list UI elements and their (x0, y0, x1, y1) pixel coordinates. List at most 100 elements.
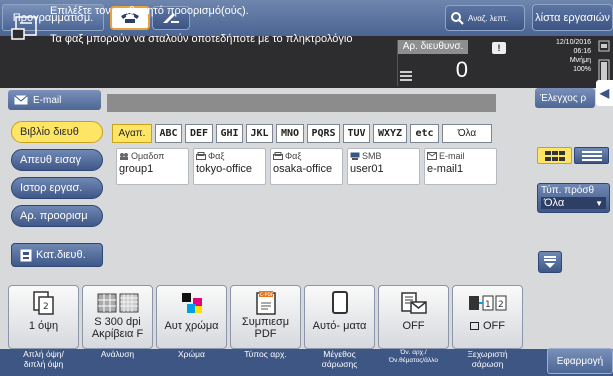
collapse-arrow-icon[interactable]: ◀ (596, 80, 613, 106)
entry-name: osaka-office (273, 163, 333, 175)
entry-type: SMB (362, 151, 382, 161)
destination-type-filter[interactable]: Τύπ. πρόσθ Όλα ▼ (537, 183, 610, 213)
memory-icon (598, 40, 610, 83)
scan-size-label: Μέγεθος σάρωσης (304, 349, 375, 373)
resolution-value-line-1: S 300 dpi (94, 316, 141, 328)
index-pqrs[interactable]: PQRS (307, 124, 340, 143)
index-ghi[interactable]: GHI (216, 124, 243, 143)
color-label: Χρώμα (178, 349, 205, 359)
duplex-label: Απλή όψη/διπλή όψη (8, 349, 79, 373)
separate-scan-icon: 12 (468, 295, 506, 311)
memory-label: Μνήμη (569, 57, 591, 64)
duplex-label-line-1: Απλή όψη/ (23, 349, 64, 359)
address-list: Ομαδοπ group1 Φαξ tokyo-office Φαξ osaka… (116, 148, 497, 185)
index-etc[interactable]: etc (410, 124, 439, 143)
index-all[interactable]: Όλα (442, 124, 492, 143)
entry-type: E-mail (439, 151, 465, 161)
list-view-button[interactable] (574, 147, 609, 164)
separate-scan-label-line-2: σάρωση (471, 359, 504, 369)
scan-settings: 2 1 όψη S 300 dpi Ακρίβεια F Αυτ χρώμα C… (8, 285, 523, 349)
file-name-label-line-1: Όν. αρχ./ (400, 349, 427, 356)
check-job-button[interactable]: Έλεγχος ρ (535, 88, 595, 108)
color-icon (181, 293, 202, 313)
file-name-label-line-2: Όν.θέματος/άλλο (389, 357, 438, 364)
svg-text:2: 2 (43, 302, 49, 312)
entry-type: Ομαδοπ (131, 151, 165, 161)
resolution-label: Ανάλυση (100, 349, 135, 359)
separate-scan-setting-button[interactable]: 12 OFF (452, 285, 523, 349)
list-item[interactable]: Φαξ tokyo-office (193, 148, 266, 185)
job-list-button[interactable]: λίστα εργασιών (532, 4, 613, 31)
file-name-label: Όν. αρχ./Όν.θέματος/άλλο (378, 349, 449, 373)
type-filter-label: Τύπ. πρόσθ (541, 185, 595, 196)
tab-direct-input[interactable]: Απευθ εισαγ (11, 149, 103, 171)
entry-name: e-mail1 (427, 163, 464, 175)
message-line-1: Επιλέξτε τον επιθυμητό προορισμό(ούς). (50, 5, 249, 17)
simplex-icon: 2 (32, 291, 54, 315)
list-item[interactable]: Φαξ osaka-office (270, 148, 343, 185)
index-tuv[interactable]: TUV (343, 124, 370, 143)
resolution-icon (97, 293, 138, 313)
date: 12/10/2016 (555, 39, 591, 46)
warning-icon[interactable]: ! (492, 42, 506, 54)
file-type-value-line-1: Συμπιεσμ (241, 316, 290, 328)
scan-size-label-line-2: σάρωσης (321, 359, 358, 369)
scan-size-setting-button[interactable]: Αυτό- ματα (304, 285, 375, 349)
color-setting-button[interactable]: Αυτ χρώμα (156, 285, 227, 349)
scan-send-icon (11, 16, 37, 40)
view-toggle (537, 147, 609, 164)
register-address-label: Κατ.διευθ. (36, 249, 86, 261)
index-jkl[interactable]: JKL (246, 124, 273, 143)
index-favorites[interactable]: Αγαπ. (112, 124, 152, 143)
book-icon (20, 249, 32, 261)
list-item[interactable]: E-mail e-mail1 (424, 148, 497, 185)
list-item[interactable]: SMB user01 (347, 148, 420, 185)
index-wxyz[interactable]: WXYZ (373, 124, 407, 143)
index-def[interactable]: DEF (185, 124, 213, 143)
search-label: Αναζ. λεπτ. (468, 13, 509, 23)
resolution-setting-button[interactable]: S 300 dpi Ακρίβεια F (82, 285, 153, 349)
page-icon (331, 291, 348, 314)
apply-button[interactable]: Εφαρμογή (547, 348, 613, 374)
separate-scan-value-text: OFF (483, 320, 505, 332)
svg-text:1: 1 (485, 300, 491, 310)
setting-labels: Απλή όψη/διπλή όψη Ανάλυση Χρώμα Τύπος α… (8, 349, 538, 373)
memory-value: 100% (573, 66, 591, 73)
smb-icon (350, 152, 360, 160)
scan-size-label-line-1: Μέγεθος (323, 349, 356, 359)
entry-type: Φαξ (285, 151, 302, 161)
status-area: 12/10/2016 06:16 Μνήμη 100% (525, 38, 591, 74)
index-mno[interactable]: MNO (276, 124, 304, 143)
grid-view-button[interactable] (537, 147, 572, 164)
color-value: Αυτ χρώμα (164, 320, 219, 332)
file-name-setting-button[interactable]: OFF (378, 285, 449, 349)
email-button-label: E-mail (33, 94, 62, 106)
type-filter-value: Όλα (544, 197, 565, 209)
svg-text:C-PDF: C-PDF (260, 292, 274, 298)
entry-name: user01 (350, 163, 384, 175)
checkbox-icon (470, 322, 479, 331)
message-line-2: Τα φαξ μπορούν να σταλούν οποτεδήποτε με… (50, 33, 353, 45)
file-name-icon (400, 292, 427, 314)
address-input[interactable] (107, 94, 496, 112)
type-filter-select[interactable]: Όλα ▼ (541, 197, 606, 209)
destination-count-label: Αρ. διευθυνσ. (398, 40, 468, 54)
email-icon (427, 152, 437, 160)
tab-job-history[interactable]: Ιστορ εργασ. (11, 177, 103, 199)
email-button[interactable]: E-mail (8, 90, 101, 110)
duplex-setting-button[interactable]: 2 1 όψη (8, 285, 79, 349)
list-icon[interactable] (400, 70, 412, 82)
list-item[interactable]: Ομαδοπ group1 (116, 148, 189, 185)
tab-register-address[interactable]: Κατ.διευθ. (11, 243, 103, 267)
detail-search-button[interactable]: Αναζ. λεπτ. (445, 5, 525, 31)
separate-scan-label: Ξεχωριστή σάρωση (452, 349, 523, 373)
time: 06:16 (573, 48, 591, 55)
resolution-value-line-2: Ακρίβεια F (91, 328, 144, 340)
file-type-setting-button[interactable]: C-PDF Συμπιεσμ PDF (230, 285, 301, 349)
tab-destination-number[interactable]: Αρ. προορισμ (11, 205, 103, 227)
index-abc[interactable]: ABC (155, 124, 182, 143)
svg-text:2: 2 (498, 300, 504, 310)
scroll-down-button[interactable] (538, 251, 562, 273)
tab-address-book[interactable]: Βιβλίο διευθ (11, 121, 103, 143)
separate-scan-value: OFF (453, 320, 522, 332)
